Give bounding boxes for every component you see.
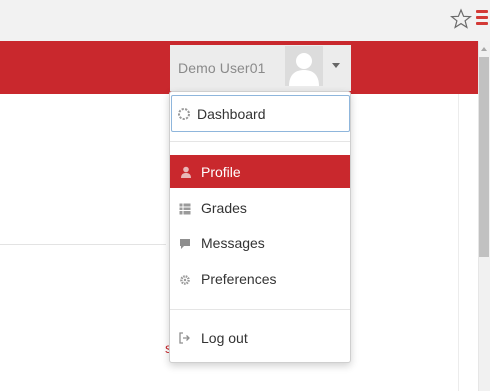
browser-toolbar: [0, 0, 490, 41]
scroll-up-arrow-icon[interactable]: [481, 47, 487, 51]
menu-divider: [170, 141, 350, 142]
user-name[interactable]: Demo User01: [178, 60, 265, 76]
menu-item-grades-label: Grades: [201, 200, 247, 216]
caret-down-icon[interactable]: [332, 63, 340, 68]
dashboard-icon: [178, 108, 190, 120]
scrollbar-thumb[interactable]: [479, 57, 489, 257]
star-outline-icon[interactable]: [450, 8, 472, 30]
content-border: [458, 94, 459, 391]
default-avatar-icon[interactable]: [285, 46, 323, 86]
menu-item-log-out[interactable]: [170, 322, 350, 354]
menu-item-grades[interactable]: [170, 193, 350, 225]
page-divider: [0, 244, 166, 245]
menu-item-dashboard-label: Dashboard: [197, 106, 266, 122]
menu-item-profile-label: Profile: [201, 164, 241, 180]
screen: Demo User01 s Dashboard Profile Grades M…: [0, 0, 490, 391]
hamburger-menu-icon[interactable]: [476, 10, 488, 26]
cog-icon: [180, 275, 190, 285]
menu-item-messages-label: Messages: [201, 235, 265, 251]
speech-bubble-icon: [180, 239, 190, 249]
menu-divider: [170, 309, 350, 310]
menu-item-profile[interactable]: [170, 155, 350, 188]
menu-item-preferences-label: Preferences: [201, 271, 277, 287]
grades-table-icon: [179, 203, 191, 215]
menu-item-log-out-label: Log out: [201, 330, 248, 346]
user-icon: [181, 166, 191, 178]
sign-out-icon: [179, 332, 190, 344]
